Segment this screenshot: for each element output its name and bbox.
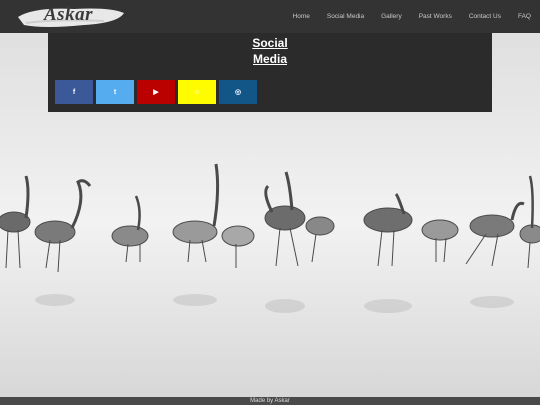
twitter-button[interactable]: t <box>96 80 134 104</box>
instagram-icon: ◎ <box>234 89 242 96</box>
nav-home[interactable]: Home <box>293 13 310 20</box>
twitter-icon: t <box>113 88 117 96</box>
main-nav: Home Social Media Gallery Past Works Con… <box>276 0 531 33</box>
brand-logo[interactable]: Askar <box>14 3 126 33</box>
facebook-icon: f <box>72 88 76 96</box>
snapchat-button[interactable]: ☺ <box>178 80 216 104</box>
youtube-icon: ▶ <box>153 89 159 96</box>
panel-title-line1: Social <box>252 36 288 50</box>
footer-text: Made by Askar <box>250 398 290 404</box>
instagram-button[interactable]: ◎ <box>219 80 257 104</box>
brand-logo-text: Askar <box>44 4 93 25</box>
nav-contact-us[interactable]: Contact Us <box>469 13 501 20</box>
youtube-button[interactable]: ▶ <box>137 80 175 104</box>
nav-social-media[interactable]: Social Media <box>327 13 364 20</box>
nav-gallery[interactable]: Gallery <box>381 13 402 20</box>
panel-title-line2: Media <box>252 52 287 66</box>
panel-title[interactable]: Social Media <box>48 35 492 67</box>
social-buttons: f t ▶ ☺ ◎ <box>55 80 260 104</box>
social-media-panel: Social Media f t ▶ ☺ ◎ <box>48 33 492 112</box>
nav-faq[interactable]: FAQ <box>518 13 531 20</box>
top-navbar: Askar Home Social Media Gallery Past Wor… <box>0 0 540 33</box>
snapchat-icon: ☺ <box>193 88 201 96</box>
facebook-button[interactable]: f <box>55 80 93 104</box>
footer: Made by Askar <box>0 397 540 405</box>
nav-past-works[interactable]: Past Works <box>419 13 452 20</box>
